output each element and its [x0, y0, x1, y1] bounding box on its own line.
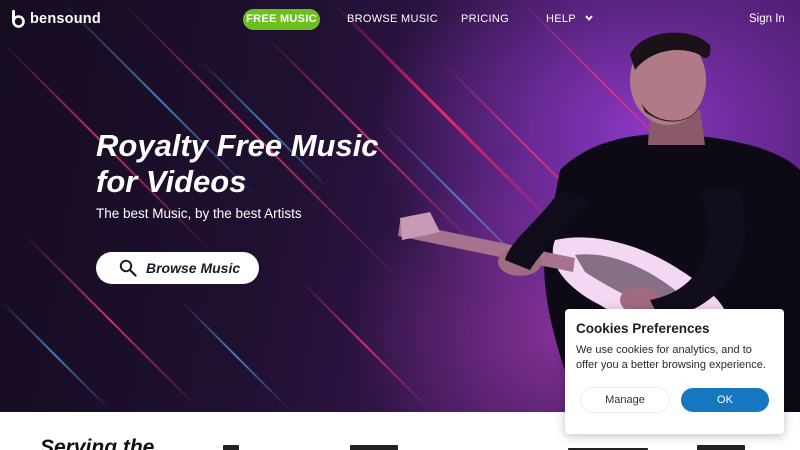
- cookie-preferences-dialog: Cookies Preferences We use cookies for a…: [565, 309, 784, 434]
- hero-headline-line-1: Royalty Free Music: [96, 128, 379, 163]
- sign-in-link[interactable]: Sign In: [749, 9, 785, 30]
- brand-name: bensound: [30, 11, 101, 27]
- bensound-logo-icon: [11, 10, 25, 28]
- partner-logo: [350, 445, 398, 450]
- nav-browse-music[interactable]: BROWSE MUSIC: [347, 9, 438, 30]
- nav-help[interactable]: HELP: [546, 9, 593, 30]
- hero-headline: Royalty Free Music for Videos: [96, 128, 426, 200]
- manage-cookies-button[interactable]: Manage: [581, 388, 669, 412]
- hero-headline-line-2: for Videos: [96, 164, 247, 199]
- search-icon: [119, 259, 137, 277]
- browse-music-label: Browse Music: [146, 260, 241, 276]
- top-navigation: bensound FREE MUSIC BROWSE MUSIC PRICING…: [0, 0, 800, 38]
- hero-subline: The best Music, by the best Artists: [96, 206, 302, 221]
- cookie-dialog-text: We use cookies for analytics, and to off…: [576, 344, 766, 371]
- chevron-down-icon: [585, 8, 593, 29]
- partners-title: Serving the: [40, 436, 155, 450]
- nav-pricing[interactable]: PRICING: [461, 9, 509, 30]
- cookie-dialog-title: Cookies Preferences: [576, 321, 710, 336]
- bensound-logo[interactable]: bensound: [11, 10, 101, 28]
- nav-help-label: HELP: [546, 13, 576, 25]
- accept-cookies-button[interactable]: OK: [681, 388, 769, 412]
- partner-logo: [223, 445, 239, 450]
- browse-music-button[interactable]: Browse Music: [96, 252, 259, 284]
- nav-free-music[interactable]: FREE MUSIC: [243, 9, 320, 30]
- partner-logo: [697, 445, 745, 450]
